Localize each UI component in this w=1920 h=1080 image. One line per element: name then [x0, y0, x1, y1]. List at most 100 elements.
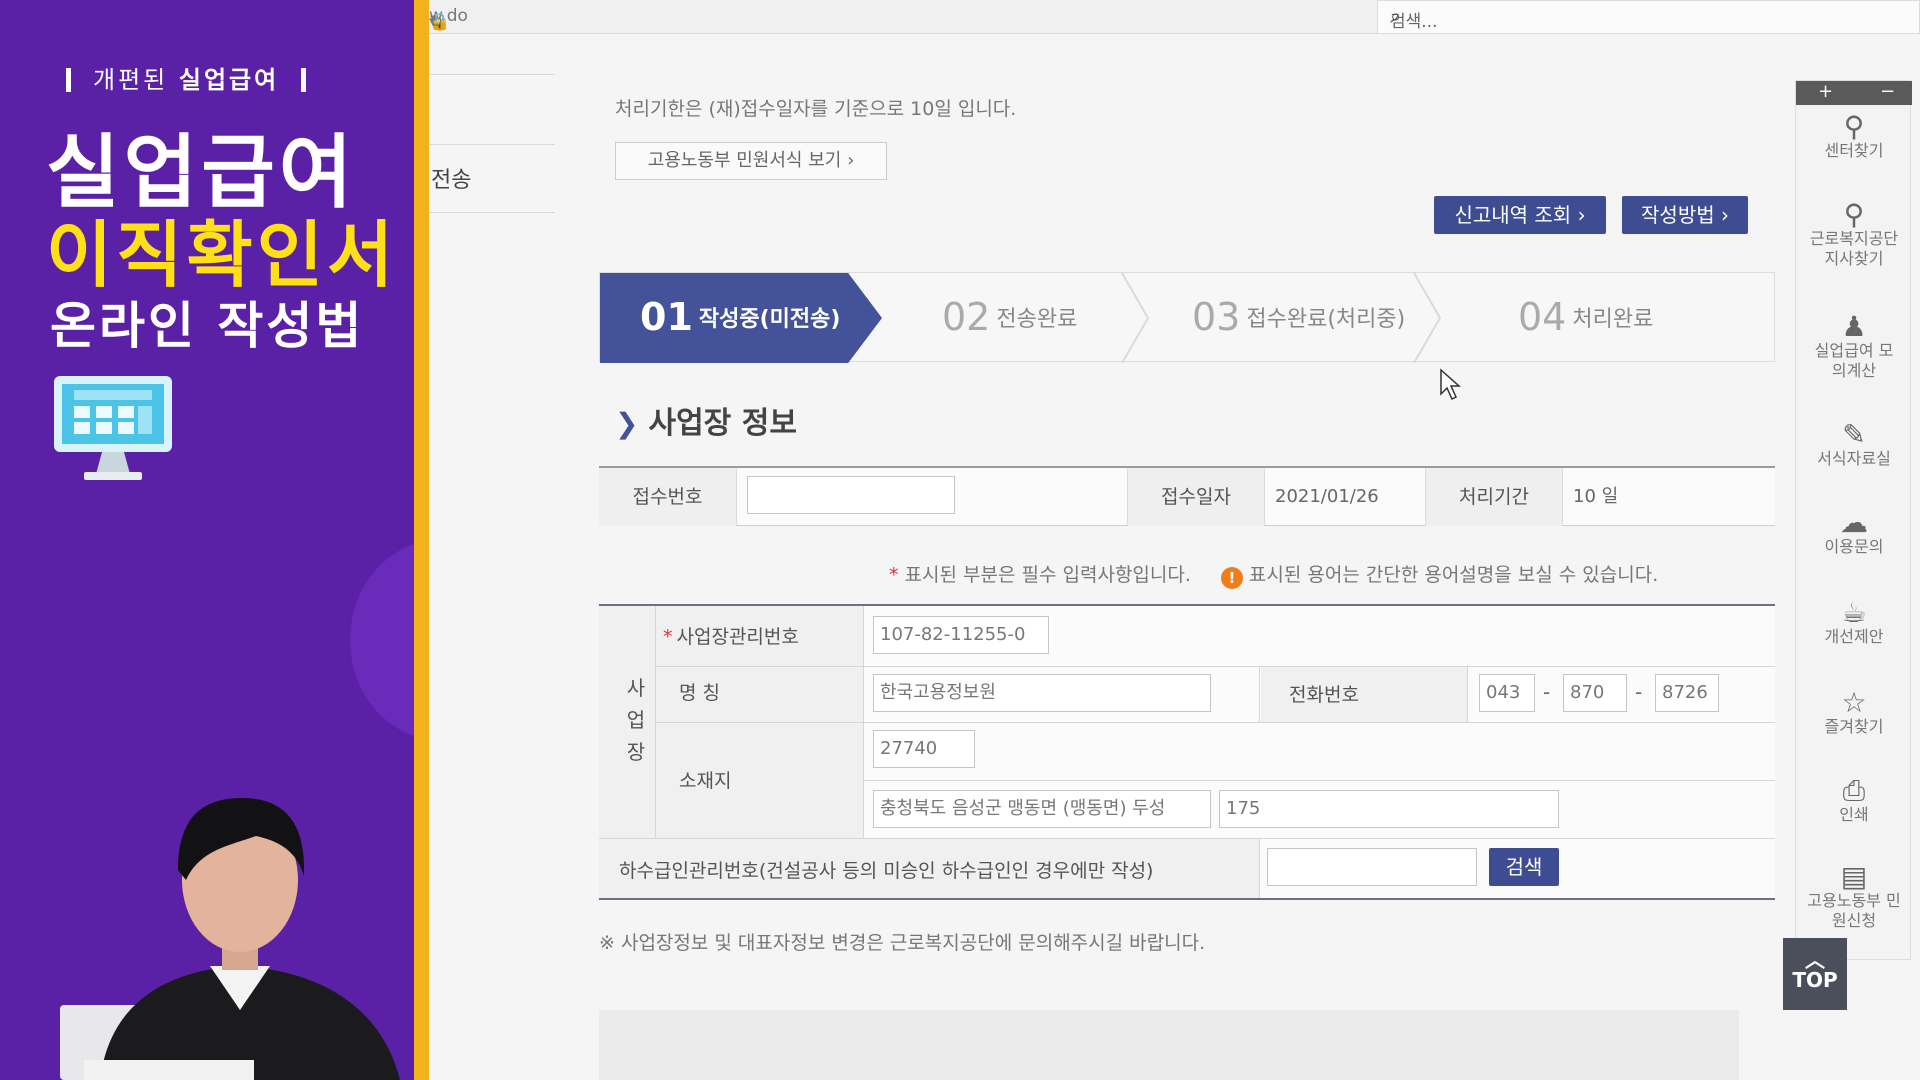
promo-accent-bar — [414, 0, 429, 1080]
phone-label: 전화번호 — [1289, 684, 1359, 706]
next-section-box — [599, 1010, 1739, 1080]
step-4-number: 04 — [1518, 295, 1567, 339]
presenter-avatar — [60, 798, 400, 1080]
phone-area-field[interactable]: 043 — [1479, 674, 1535, 712]
chevron-right-icon: › — [1720, 203, 1729, 227]
zoom-out-button[interactable]: − — [1880, 81, 1895, 103]
address-detail-field[interactable]: 175 — [1219, 790, 1559, 828]
view-forms-button[interactable]: 고용노동부 민원서식 보기 › — [615, 142, 887, 180]
promo-panel: 개편된 실업급여 실업급여 이직확인서 온라인 작성법 — [0, 0, 414, 1080]
section-title-text: 사업장 정보 — [648, 406, 797, 441]
subcontractor-no-label: 하수급인관리번호(건설공사 등의 미승인 하수급인인 경우에만 작성) — [619, 860, 1154, 882]
required-star-icon: * — [663, 626, 673, 648]
quick-item-print[interactable]: ⎙ 인쇄 — [1796, 774, 1912, 825]
quick-item-label: 개선제안 — [1824, 627, 1884, 646]
workplace-name-field[interactable]: 한국고용정보원 — [873, 674, 1211, 712]
zoom-in-button[interactable]: + — [1818, 81, 1833, 103]
scroll-top-button[interactable]: ︿ TOP — [1783, 938, 1847, 1010]
receipt-no-field[interactable] — [747, 476, 955, 514]
receipt-date-label: 접수일자 — [1127, 468, 1265, 526]
edit-icon: ✎ — [1842, 418, 1866, 451]
address-label: 소재지 — [679, 770, 732, 792]
nav-item-transmit[interactable]: 전송 — [431, 162, 471, 194]
quick-item-forms[interactable]: ✎ 서식자료실 — [1796, 418, 1912, 469]
mgmt-no-label: * 사업장관리번호 — [663, 622, 799, 649]
processing-notice: 처리기한은 (재)접수일자를 기준으로 10일 입니다. — [615, 98, 1017, 120]
promo-title-line3: 온라인 작성법 — [50, 297, 365, 355]
processing-period-value: 10 일 — [1573, 486, 1619, 507]
name-label: 명 칭 — [679, 682, 720, 704]
step-separator-icon — [1413, 273, 1442, 363]
receipt-no-label: 접수번호 — [599, 468, 737, 526]
nav-divider — [429, 144, 555, 145]
chevron-right-icon: › — [847, 150, 855, 171]
phone-number-field[interactable]: 8726 — [1655, 674, 1719, 712]
quick-item-label: 이용문의 — [1824, 537, 1884, 556]
promo-subheading-bold: 실업급여 — [178, 66, 280, 94]
address-bar[interactable]: w.do ▾ 🔒 ↻ — [429, 0, 1379, 34]
search-icon[interactable]: ⌕ — [1390, 4, 1905, 28]
top-label: TOP — [1792, 968, 1838, 992]
quick-item-label: 센터찾기 — [1824, 141, 1884, 160]
step-1-label: 작성중(미전송) — [698, 307, 841, 332]
map-pin-icon: ⚲ — [1843, 198, 1865, 231]
step-3: 03 접수완료(처리중) — [1192, 295, 1405, 339]
zip-code-field[interactable]: 27740 — [873, 730, 975, 768]
step-3-label: 접수완료(처리중) — [1246, 307, 1406, 332]
step-2: 02 전송완료 — [942, 295, 1077, 339]
phone-prefix-field[interactable]: 870 — [1563, 674, 1627, 712]
how-to-button[interactable]: 작성방법 › — [1622, 196, 1748, 234]
browser-search-input[interactable]: 검색... ⌕ — [1377, 0, 1920, 34]
step-separator-icon — [1121, 273, 1150, 363]
quick-item-suggestion[interactable]: ☕ 개선제안 — [1796, 599, 1912, 647]
quick-item-favorites[interactable]: ☆ 즐겨찾기 — [1796, 686, 1912, 737]
workplace-form: 사업장 * 사업장관리번호 107-82-11255-0 명 칭 한국고용정보원 … — [599, 604, 1775, 900]
progress-steps: 01 작성중(미전송) 02 전송완료 03 접수완료(처리중) 04 처리완료 — [599, 272, 1775, 363]
step-3-number: 03 — [1192, 295, 1241, 339]
required-note-text: 표시된 부분은 필수 입력사항입니다. — [904, 564, 1191, 586]
grid-line — [863, 780, 1775, 781]
workplace-group-label: 사업장 — [626, 676, 646, 764]
quick-item-center[interactable]: ⚲ 센터찾기 — [1796, 110, 1912, 161]
mgmt-no-field[interactable]: 107-82-11255-0 — [873, 616, 1049, 654]
promo-subheading: 개편된 실업급여 — [66, 60, 307, 95]
subcontractor-no-field[interactable] — [1267, 848, 1477, 886]
refresh-icon[interactable]: ↻ — [429, 12, 453, 32]
step-2-label: 전송완료 — [996, 307, 1078, 332]
report-history-label: 신고내역 조회 — [1454, 203, 1572, 227]
chevron-right-icon: › — [1577, 203, 1586, 227]
document-icon: ▤ — [1840, 860, 1868, 893]
nav-divider — [429, 74, 555, 75]
view-forms-label: 고용노동부 민원서식 보기 — [647, 150, 842, 171]
info-warning-icon: ! — [1220, 567, 1243, 589]
mouse-cursor-icon — [1440, 368, 1461, 401]
star-icon: ☆ — [1841, 686, 1867, 719]
quick-item-label: 실업급여 모의계산 — [1814, 341, 1894, 380]
mgmt-no-label-text: 사업장관리번호 — [676, 626, 799, 648]
required-star-icon: * — [889, 564, 899, 586]
quick-item-label: 인쇄 — [1839, 805, 1869, 824]
quick-item-branch[interactable]: ⚲ 근로복지공단 지사찾기 — [1796, 198, 1912, 269]
address-field[interactable]: 충청북도 음성군 맹동면 (맹동면) 두성 — [873, 790, 1211, 828]
computer-monitor-icon — [54, 376, 172, 480]
divider-bar — [66, 68, 71, 92]
quick-menu: + − ⚲ 센터찾기 ⚲ 근로복지공단 지사찾기 ♟ 실업급여 모의계산 ✎ 서식자료실… — [1795, 80, 1912, 960]
quick-item-label: 즐겨찾기 — [1824, 717, 1884, 736]
grid-line — [655, 722, 1775, 723]
phone-separator: - — [1543, 680, 1551, 704]
chevron-right-icon: ❯ — [615, 407, 639, 440]
map-pin-icon: ⚲ — [1843, 110, 1865, 143]
search-button[interactable]: 검색 — [1489, 848, 1559, 886]
receipt-date-value: 2021/01/26 — [1275, 486, 1379, 507]
grid-line — [1259, 666, 1260, 722]
grid-line — [1467, 666, 1468, 722]
phone-separator: - — [1635, 680, 1643, 704]
report-history-button[interactable]: 신고내역 조회 › — [1434, 196, 1606, 234]
required-fields-note: * 표시된 부분은 필수 입력사항입니다.! 표시된 용어는 간단한 용어설명을 … — [889, 560, 1658, 589]
printer-icon: ⎙ — [1842, 774, 1866, 807]
quick-item-calculator[interactable]: ♟ 실업급여 모의계산 — [1796, 313, 1912, 381]
nav-divider — [429, 212, 555, 213]
quick-item-inquiry[interactable]: ☁ 이용문의 — [1796, 509, 1912, 557]
quick-item-civil-request[interactable]: ▤ 고용노동부 민원신청 — [1796, 860, 1912, 931]
divider-bar — [301, 68, 307, 92]
